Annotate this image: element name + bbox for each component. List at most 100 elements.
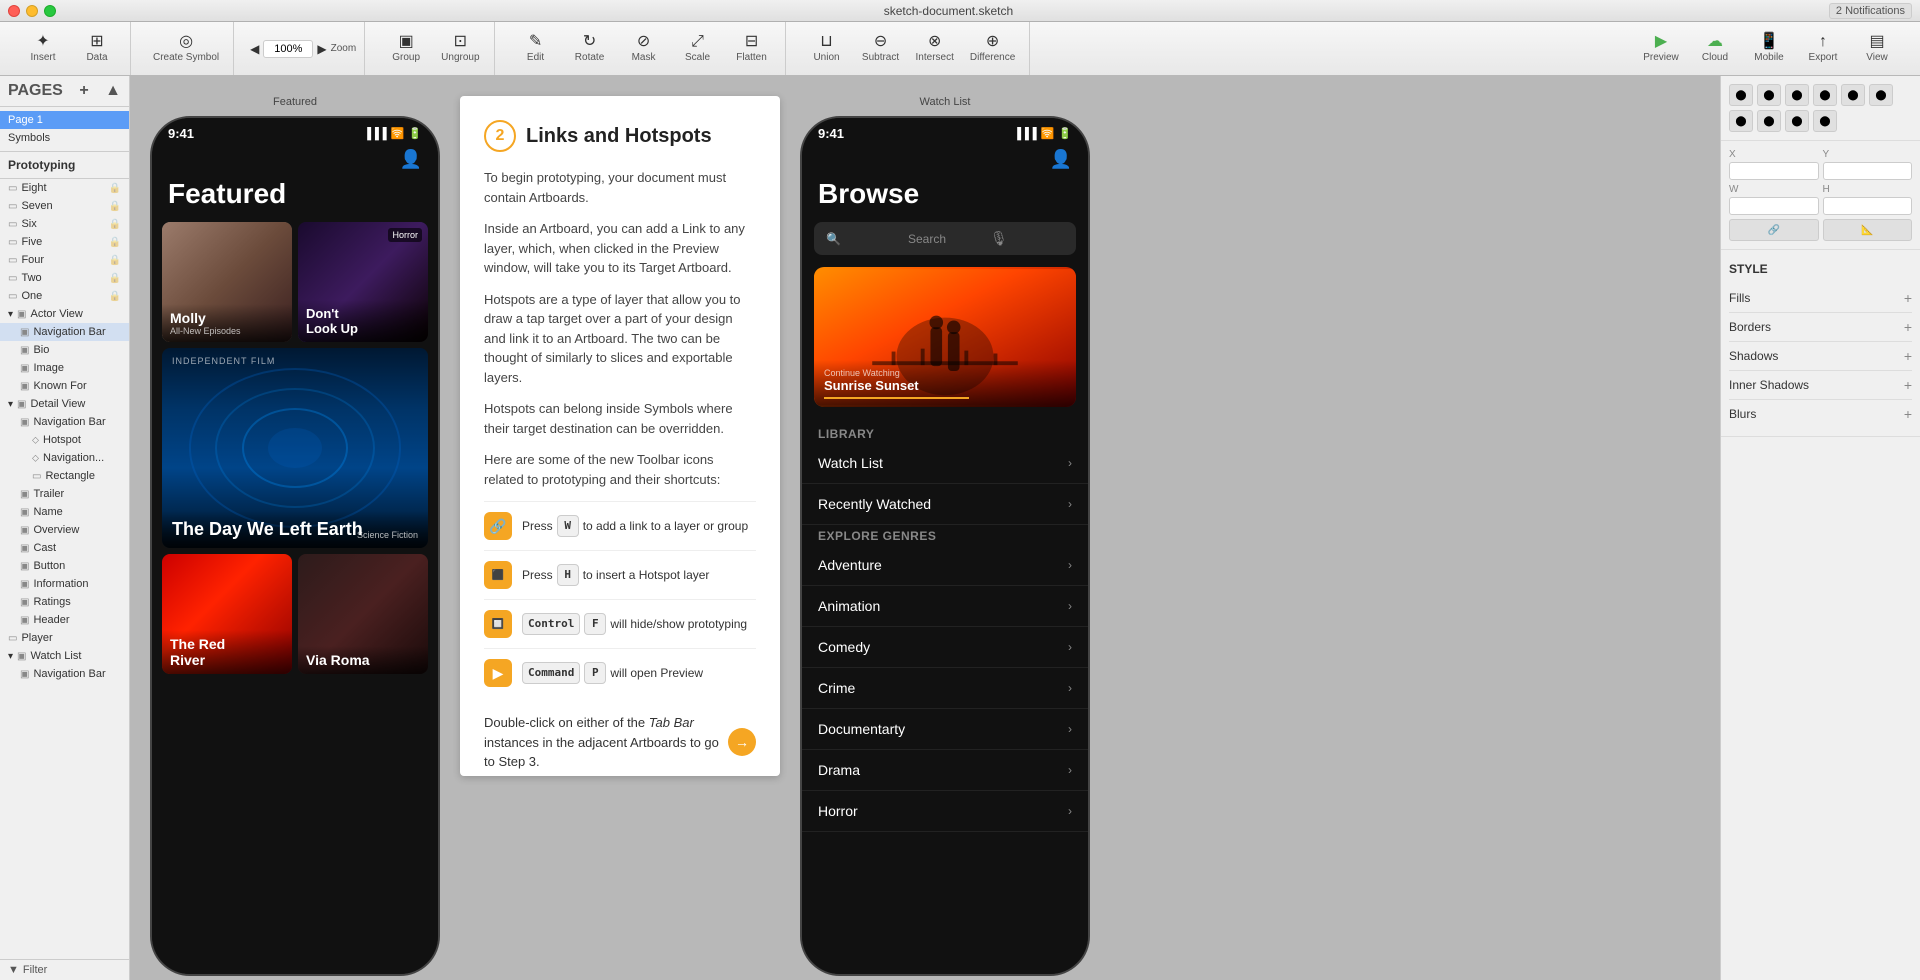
pages-collapse-button[interactable]: ▲ xyxy=(105,82,121,100)
style-shadows[interactable]: Shadows + xyxy=(1729,342,1912,371)
layer-nav-bar-2[interactable]: ▣ Navigation Bar xyxy=(0,413,129,431)
style-blurs[interactable]: Blurs + xyxy=(1729,400,1912,428)
genre-drama[interactable]: Drama › xyxy=(802,750,1088,791)
layer-cast[interactable]: ▣ Cast xyxy=(0,539,129,557)
cloud-button[interactable]: ☁ Cloud xyxy=(1690,30,1740,67)
layer-seven[interactable]: ▭ Seven 🔒 xyxy=(0,197,129,215)
movie-card-molly[interactable]: Molly All-New Episodes xyxy=(162,222,292,342)
style-borders[interactable]: Borders + xyxy=(1729,313,1912,342)
pages-add-button[interactable]: + xyxy=(79,82,88,100)
lock-aspect-button[interactable]: 🔗 xyxy=(1729,219,1819,241)
align-right-button[interactable]: ⬤ xyxy=(1785,84,1809,106)
align-middle-button[interactable]: ⬤ xyxy=(1841,84,1865,106)
layer-rectangle[interactable]: ▭ Rectangle xyxy=(0,467,129,485)
zoom-input[interactable] xyxy=(263,40,313,58)
align-bottom-button[interactable]: ⬤ xyxy=(1869,84,1893,106)
layer-hotspot[interactable]: ⬦ Hotspot xyxy=(0,431,129,449)
watch-list-group[interactable]: ▾ ▣ Watch List xyxy=(0,647,129,665)
layer-five[interactable]: ▭ Five 🔒 xyxy=(0,233,129,251)
window-controls[interactable] xyxy=(8,5,56,17)
difference-button[interactable]: ⊕ Difference xyxy=(964,30,1021,67)
genre-horror[interactable]: Horror › xyxy=(802,791,1088,832)
layer-nav-bar-1[interactable]: ▣ Navigation Bar xyxy=(0,323,129,341)
fills-add-icon[interactable]: + xyxy=(1904,290,1912,306)
borders-add-icon[interactable]: + xyxy=(1904,319,1912,335)
layer-trailer[interactable]: ▣ Trailer xyxy=(0,485,129,503)
ungroup-button[interactable]: ⊡ Ungroup xyxy=(435,30,485,67)
genre-adventure[interactable]: Adventure › xyxy=(802,545,1088,586)
dist-h-button[interactable]: ⬤ xyxy=(1729,110,1753,132)
dist-v-button[interactable]: ⬤ xyxy=(1757,110,1781,132)
preview-button[interactable]: ▶ Preview xyxy=(1636,30,1686,67)
export-button[interactable]: ↑ Export xyxy=(1798,30,1848,67)
view-button[interactable]: ▤ View xyxy=(1852,30,1902,67)
layer-nav-bar-3[interactable]: ▣ Navigation Bar xyxy=(0,665,129,683)
create-symbol-button[interactable]: ◎ Create Symbol xyxy=(147,30,225,67)
align-center-h-button[interactable]: ⬤ xyxy=(1757,84,1781,106)
intersect-button[interactable]: ⊗ Intersect xyxy=(910,30,960,67)
blurs-add-icon[interactable]: + xyxy=(1904,406,1912,422)
library-recently-watched[interactable]: Recently Watched › xyxy=(802,484,1088,525)
layer-ratings[interactable]: ▣ Ratings xyxy=(0,593,129,611)
actor-view-group[interactable]: ▾ ▣ Actor View xyxy=(0,305,129,323)
search-box[interactable]: 🔍 Search 🎙 xyxy=(814,222,1076,255)
library-watch-list[interactable]: Watch List › xyxy=(802,443,1088,484)
align-top-button[interactable]: ⬤ xyxy=(1813,84,1837,106)
h-input[interactable] xyxy=(1823,197,1913,215)
movie-card-day[interactable]: INDEPENDENT FILM The Day We Left Earth S… xyxy=(162,348,428,548)
y-input[interactable] xyxy=(1823,162,1913,180)
layer-two[interactable]: ▭ Two 🔒 xyxy=(0,269,129,287)
mobile-button[interactable]: 📱 Mobile xyxy=(1744,30,1794,67)
layer-player[interactable]: ▭ Player xyxy=(0,629,129,647)
subtract-button[interactable]: ⊖ Subtract xyxy=(856,30,906,67)
layer-known-for[interactable]: ▣ Known For xyxy=(0,377,129,395)
x-input[interactable] xyxy=(1729,162,1819,180)
layer-header[interactable]: ▣ Header xyxy=(0,611,129,629)
layer-six[interactable]: ▭ Six 🔒 xyxy=(0,215,129,233)
arrow-button[interactable]: → xyxy=(728,728,756,756)
genre-comedy[interactable]: Comedy › xyxy=(802,627,1088,668)
union-button[interactable]: ⊔ Union xyxy=(802,30,852,67)
layer-name[interactable]: ▣ Name xyxy=(0,503,129,521)
minimize-button[interactable] xyxy=(26,5,38,17)
symbols-item[interactable]: Symbols xyxy=(0,129,129,147)
group-button[interactable]: ▣ Group xyxy=(381,30,431,67)
scale-button[interactable]: ⤢ Scale xyxy=(673,30,723,67)
layer-eight[interactable]: ▭ Eight 🔒 xyxy=(0,179,129,197)
flip-h-button[interactable]: ⬤ xyxy=(1785,110,1809,132)
genre-documentary[interactable]: Documentarty › xyxy=(802,709,1088,750)
mask-button[interactable]: ⊘ Mask xyxy=(619,30,669,67)
movie-card-via-roma[interactable]: Via Roma xyxy=(298,554,428,674)
style-inner-shadows[interactable]: Inner Shadows + xyxy=(1729,371,1912,400)
zoom-control[interactable]: ◀ ▶ xyxy=(250,40,326,58)
edit-button[interactable]: ✎ Edit xyxy=(511,30,561,67)
layer-information[interactable]: ▣ Information xyxy=(0,575,129,593)
layer-image[interactable]: ▣ Image xyxy=(0,359,129,377)
movie-card-red-river[interactable]: The RedRiver xyxy=(162,554,292,674)
maximize-button[interactable] xyxy=(44,5,56,17)
layer-one[interactable]: ▭ One 🔒 xyxy=(0,287,129,305)
layer-button[interactable]: ▣ Button xyxy=(0,557,129,575)
style-fills[interactable]: Fills + xyxy=(1729,284,1912,313)
rotate-button[interactable]: ↻ Rotate xyxy=(565,30,615,67)
notifications-badge[interactable]: 2 Notifications xyxy=(1829,3,1912,19)
layer-navigation[interactable]: ⬦ Navigation... xyxy=(0,449,129,467)
constrain-button[interactable]: 📐 xyxy=(1823,219,1913,241)
inner-shadows-add-icon[interactable]: + xyxy=(1904,377,1912,393)
close-button[interactable] xyxy=(8,5,20,17)
align-left-button[interactable]: ⬤ xyxy=(1729,84,1753,106)
shadows-add-icon[interactable]: + xyxy=(1904,348,1912,364)
movie-card-dont[interactable]: Don'tLook Up Horror xyxy=(298,222,428,342)
continue-watching-card[interactable]: Continue Watching Sunrise Sunset xyxy=(814,267,1076,407)
genre-animation[interactable]: Animation › xyxy=(802,586,1088,627)
filter-bar[interactable]: ▼ Filter xyxy=(0,959,129,980)
flatten-button[interactable]: ⊟ Flatten xyxy=(727,30,777,67)
layer-overview[interactable]: ▣ Overview xyxy=(0,521,129,539)
page-1-item[interactable]: Page 1 xyxy=(0,111,129,129)
detail-view-group[interactable]: ▾ ▣ Detail View xyxy=(0,395,129,413)
insert-button[interactable]: ✦ Insert xyxy=(18,30,68,67)
genre-crime[interactable]: Crime › xyxy=(802,668,1088,709)
w-input[interactable] xyxy=(1729,197,1819,215)
layer-four[interactable]: ▭ Four 🔒 xyxy=(0,251,129,269)
data-button[interactable]: ⊞ Data xyxy=(72,30,122,67)
